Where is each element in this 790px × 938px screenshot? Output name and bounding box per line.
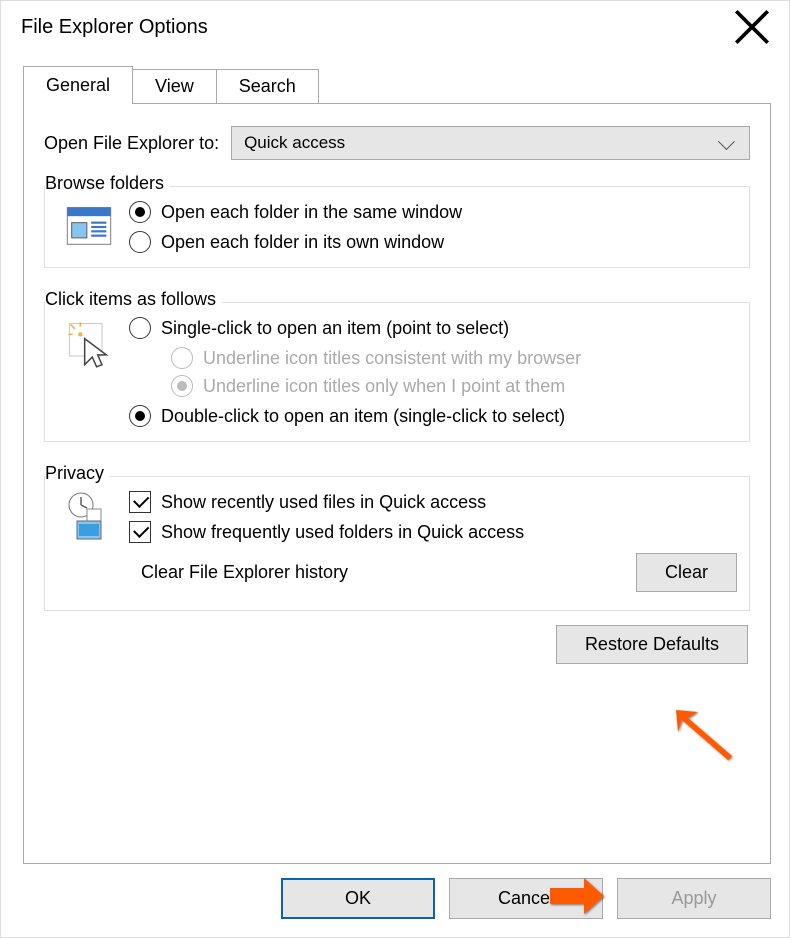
- clear-button[interactable]: Clear: [636, 553, 737, 592]
- checkbox-icon: [129, 521, 151, 543]
- radio-icon: [129, 405, 151, 427]
- ok-button[interactable]: OK: [281, 878, 435, 919]
- clear-history-label: Clear File Explorer history: [141, 562, 348, 583]
- browse-folders-legend: Browse folders: [45, 173, 170, 194]
- dialog-buttons: OK Cancel Apply: [1, 864, 789, 937]
- privacy-group: Privacy: [44, 476, 750, 611]
- check-recent-files-label: Show recently used files in Quick access: [161, 492, 486, 513]
- history-clock-icon: [63, 491, 115, 543]
- radio-same-window[interactable]: Open each folder in the same window: [129, 201, 737, 223]
- browse-folders-group: Browse folders: [44, 186, 750, 268]
- radio-underline-browser: Underline icon titles consistent with my…: [171, 347, 737, 369]
- tab-search[interactable]: Search: [216, 69, 319, 103]
- radio-icon: [129, 231, 151, 253]
- cursor-click-icon: [63, 317, 115, 369]
- titlebar: File Explorer Options: [1, 1, 789, 53]
- radio-double-click[interactable]: Double-click to open an item (single-cli…: [129, 405, 737, 427]
- tab-panel-general: Open File Explorer to: Quick access Brow…: [23, 103, 771, 864]
- window-title: File Explorer Options: [21, 16, 208, 39]
- click-items-group: Click items as follows: [44, 302, 750, 442]
- folder-window-icon: [63, 201, 115, 253]
- chevron-down-icon: [718, 133, 735, 150]
- tab-strip: General View Search: [23, 65, 771, 103]
- radio-single-click[interactable]: Single-click to open an item (point to s…: [129, 317, 737, 339]
- open-to-selected: Quick access: [244, 133, 345, 153]
- radio-own-window-label: Open each folder in its own window: [161, 232, 444, 253]
- open-to-label: Open File Explorer to:: [44, 133, 219, 154]
- radio-underline-point: Underline icon titles only when I point …: [171, 375, 737, 397]
- cancel-button[interactable]: Cancel: [449, 878, 603, 919]
- radio-same-window-label: Open each folder in the same window: [161, 202, 462, 223]
- tab-general[interactable]: General: [23, 66, 133, 104]
- check-freq-folders[interactable]: Show frequently used folders in Quick ac…: [129, 521, 737, 543]
- open-to-select[interactable]: Quick access: [231, 126, 750, 160]
- click-items-legend: Click items as follows: [45, 289, 222, 310]
- radio-underline-point-label: Underline icon titles only when I point …: [203, 376, 565, 397]
- radio-double-click-label: Double-click to open an item (single-cli…: [161, 406, 565, 427]
- tab-container: General View Search Open File Explorer t…: [1, 53, 789, 864]
- file-explorer-options-dialog: File Explorer Options General View Searc…: [0, 0, 790, 938]
- radio-single-click-label: Single-click to open an item (point to s…: [161, 318, 509, 339]
- radio-own-window[interactable]: Open each folder in its own window: [129, 231, 737, 253]
- radio-underline-browser-label: Underline icon titles consistent with my…: [203, 348, 581, 369]
- close-icon[interactable]: [731, 6, 773, 48]
- check-freq-folders-label: Show frequently used folders in Quick ac…: [161, 522, 524, 543]
- tab-view[interactable]: View: [132, 69, 217, 103]
- restore-defaults-button[interactable]: Restore Defaults: [556, 625, 748, 664]
- checkbox-icon: [129, 491, 151, 513]
- radio-icon: [129, 201, 151, 223]
- radio-icon: [171, 375, 193, 397]
- apply-button[interactable]: Apply: [617, 878, 771, 919]
- check-recent-files[interactable]: Show recently used files in Quick access: [129, 491, 737, 513]
- open-file-explorer-to-row: Open File Explorer to: Quick access: [44, 126, 750, 160]
- radio-icon: [171, 347, 193, 369]
- privacy-legend: Privacy: [45, 463, 110, 484]
- radio-icon: [129, 317, 151, 339]
